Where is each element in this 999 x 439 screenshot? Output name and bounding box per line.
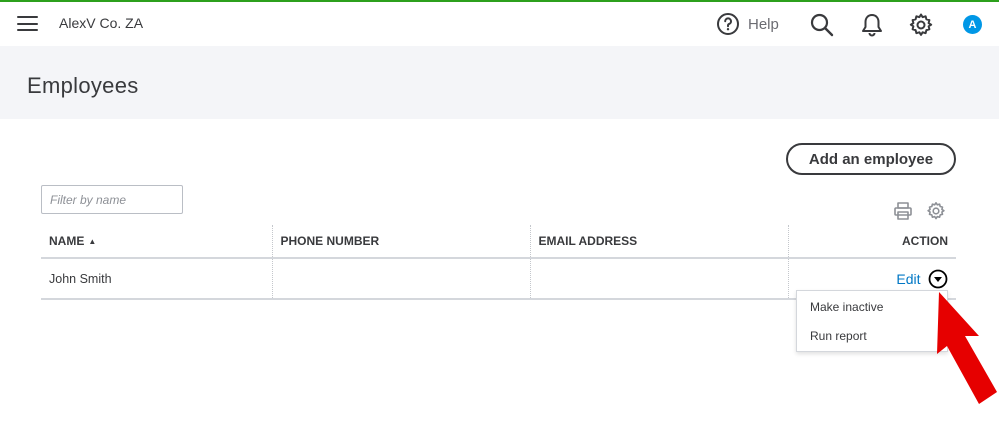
menu-item-make-inactive[interactable]: Make inactive bbox=[810, 300, 883, 314]
help-button[interactable]: Help bbox=[716, 12, 779, 36]
page-title: Employees bbox=[27, 73, 139, 98]
help-label: Help bbox=[748, 15, 779, 33]
table-header-row: NAME ▲ PHONE NUMBER EMAIL ADDRESS ACTION bbox=[41, 225, 956, 259]
page-header: Employees bbox=[0, 46, 999, 119]
print-icon[interactable] bbox=[893, 201, 913, 221]
column-header-email[interactable]: EMAIL ADDRESS bbox=[529, 225, 788, 259]
filter-by-name-input[interactable] bbox=[41, 185, 183, 214]
menu-item-run-report[interactable]: Run report bbox=[810, 329, 867, 343]
gear-icon[interactable] bbox=[908, 12, 934, 38]
sort-ascending-icon: ▲ bbox=[88, 237, 97, 246]
column-header-name[interactable]: NAME ▲ bbox=[41, 225, 272, 259]
employee-name-cell: John Smith bbox=[41, 258, 272, 300]
top-bar: AlexV Co. ZA Help A bbox=[0, 0, 999, 46]
help-icon bbox=[717, 13, 739, 35]
table-settings-icon[interactable] bbox=[926, 201, 946, 221]
column-header-name-label: NAME bbox=[49, 234, 85, 248]
search-icon[interactable] bbox=[809, 12, 835, 38]
edit-link[interactable]: Edit bbox=[896, 271, 920, 287]
add-employee-button[interactable]: Add an employee bbox=[786, 143, 956, 175]
menu-icon[interactable] bbox=[17, 16, 38, 32]
red-arrow-icon bbox=[937, 292, 997, 404]
avatar[interactable]: A bbox=[963, 15, 982, 34]
column-header-action: ACTION bbox=[787, 225, 956, 259]
column-header-phone[interactable]: PHONE NUMBER bbox=[271, 225, 530, 259]
caret-down-icon[interactable] bbox=[928, 269, 948, 289]
employee-phone-cell bbox=[271, 258, 530, 300]
company-name: AlexV Co. ZA bbox=[59, 15, 144, 31]
employees-table: NAME ▲ PHONE NUMBER EMAIL ADDRESS ACTION … bbox=[41, 225, 956, 300]
employee-email-cell bbox=[529, 258, 788, 300]
bell-icon[interactable] bbox=[859, 12, 885, 38]
